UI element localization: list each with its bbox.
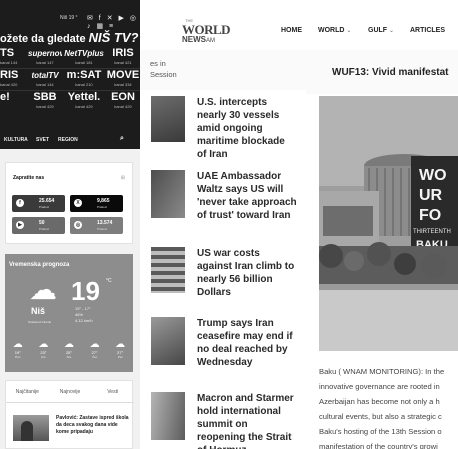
article-tabs-widget: Najčitanije Najnovije Vesti Pavlović: Za…: [5, 380, 134, 449]
article-headline[interactable]: Macron and Starmer hold international su…: [197, 392, 297, 449]
channel-cell: supernovakanal 147: [28, 49, 62, 65]
weather-widget: Vremenska prognoza ☁ 19 °C Niš Scattered…: [5, 254, 133, 372]
wnam-page: THE WORLD NEWSAM HOME WORLD ⌄ GULF ⌄ ART…: [140, 0, 458, 449]
social-icons[interactable]: ✉ f ✕ ▶ ◎ ♪ ▦ ≡: [87, 14, 140, 30]
article-title[interactable]: Pavlović: Zastave ispred škola da deca s…: [56, 415, 130, 436]
nis-tv-brand: NIŠ TV?: [88, 30, 139, 45]
nav-articles[interactable]: ARTICLES: [410, 27, 445, 34]
article-thumbnail[interactable]: [13, 415, 49, 441]
portal-nav: KULTURA SVET REGION ⌕: [0, 133, 140, 149]
article-photo: WO UR FO THIRTEENTH BAKU: [319, 96, 458, 351]
current-temperature: 19: [71, 276, 100, 306]
weather-city: Niš: [31, 306, 46, 316]
nav-item-region[interactable]: REGION: [58, 137, 78, 143]
cloud-icon: ☁: [63, 339, 74, 350]
youtube-tile[interactable]: ▶ 50 Pratioci: [12, 217, 65, 234]
channel-cell: RIS kanal 420: [0, 69, 19, 87]
tab-latest[interactable]: Najnovije: [49, 381, 92, 402]
temperature-unit: °C: [106, 278, 112, 284]
nav-gulf[interactable]: GULF ⌄: [368, 27, 394, 34]
cloud-icon: ☁: [12, 339, 23, 350]
channel-cell: SBB kanal 429: [33, 91, 57, 109]
instagram-tile[interactable]: ◎ 13.574 Pratioci: [70, 217, 123, 234]
weather-condition: Scattered Clouds: [28, 320, 52, 324]
channel-cell: e!: [0, 91, 10, 103]
baku-venue-image: WO UR FO THIRTEENTH BAKU: [319, 96, 458, 351]
top-strip: Niš 19 ° ✉ f ✕ ▶ ◎ ♪ ▦ ≡: [0, 14, 140, 30]
channel-cell: Yettel. kanal 429: [67, 91, 101, 109]
article-headline[interactable]: UAE Ambassador Waltz says US will 'never…: [197, 170, 297, 222]
widget-control-icon: ⊞: [120, 175, 125, 181]
channel-cell: TS kanal 144: [0, 47, 18, 65]
temperature-readout: Niš 19 °: [60, 15, 78, 21]
article-thumbnail[interactable]: [151, 317, 185, 365]
channel-cell: MOVE kanal 334: [106, 69, 140, 87]
article-headline[interactable]: US war costs against Iran climb to nearl…: [197, 247, 297, 299]
channel-row: TSkanal 144 supernovakanal 147 NetTVplus…: [0, 47, 140, 69]
article-thumbnail[interactable]: [151, 96, 185, 142]
article-body: Baku ( WNAM MONITORING): In the innovati…: [319, 367, 445, 449]
channel-cell: m:SAT kanal 210: [66, 69, 102, 87]
nav-world[interactable]: WORLD ⌄: [318, 27, 351, 34]
channel-cell: IRIS kanal 421: [112, 47, 134, 65]
nav-item-svet[interactable]: SVET: [36, 137, 49, 143]
forecast-day: ☁ 27° Čet: [85, 339, 105, 359]
cloud-icon: ☁: [29, 274, 57, 305]
nav-item-kultura[interactable]: KULTURA: [4, 137, 28, 143]
search-icon[interactable]: ⌕: [120, 135, 124, 143]
tab-news[interactable]: Vesti: [91, 381, 134, 402]
youtube-icon: ▶: [16, 221, 24, 229]
flag-thumbnail[interactable]: [151, 247, 185, 293]
channel-row: RIS kanal 420 totalTV kanal 144 m:SAT kanal…: [0, 69, 140, 91]
weather-details: 19° - 17° 46% 4.12 km/h: [75, 306, 93, 323]
nav-home[interactable]: HOME: [281, 27, 302, 34]
world-news-am-logo[interactable]: THE WORLD NEWSAM: [182, 18, 231, 46]
channel-grid: TSkanal 144 supernovakanal 147 NetTVplus…: [0, 47, 140, 113]
article-heading: WUF13: Vivid manifestat: [332, 67, 449, 78]
x-tile[interactable]: X 9,865 Pratioci: [70, 195, 123, 212]
chevron-down-icon: ⌄: [346, 28, 352, 34]
facebook-icon: f: [16, 199, 24, 207]
channel-row: e! SBB kanal 429 Yettel. kanal 429 EON kana…: [0, 91, 140, 113]
article-headline[interactable]: U.S. intercepts nearly 30 vessels amid o…: [197, 96, 297, 161]
cloud-icon: ☁: [89, 339, 100, 350]
chevron-down-icon: ⌄: [389, 28, 395, 34]
cloud-icon: ☁: [38, 339, 49, 350]
tab-bar: Najčitanije Najnovije Vesti: [6, 381, 134, 403]
forecast-day: ☁ 23° Uto: [33, 339, 53, 359]
sign-letters: THIRTEENTH: [413, 229, 451, 235]
sign-letters: UR: [419, 187, 443, 204]
facebook-tile[interactable]: f 25.654 Pratioci: [12, 195, 65, 212]
forecast-day: ☁ 27° Pet: [110, 339, 130, 359]
channel-cell: NetTVplus kanal 181: [64, 49, 104, 65]
promo-headline: ožete da gledate NIŠ TV?: [0, 30, 139, 45]
news-portal-panel: Niš 19 ° ✉ f ✕ ▶ ◎ ♪ ▦ ≡ ožete da gledat…: [0, 0, 140, 449]
cloud-icon: ☁: [115, 339, 126, 350]
follow-title: Zapratite nas: [13, 175, 45, 181]
forecast-day: ☁ 25° Sre: [59, 339, 79, 359]
sign-letters: WO: [419, 167, 447, 184]
article-headline[interactable]: Trump says Iran ceasefire may end if no …: [197, 317, 297, 369]
forecast-day: ☁ 19° Pon: [8, 339, 28, 359]
x-icon: X: [74, 199, 82, 207]
breadcrumb[interactable]: es in Session: [150, 58, 177, 80]
follow-us-widget: Zapratite nas ⊞ f 25.654 Pratioci X 9,86…: [5, 162, 133, 244]
promo-banner[interactable]: Niš 19 ° ✉ f ✕ ▶ ◎ ♪ ▦ ≡ ožete da gledat…: [0, 0, 140, 149]
channel-cell: EON kanal 429: [111, 91, 135, 109]
article-thumbnail[interactable]: [151, 170, 185, 218]
news-feed: U.S. intercepts nearly 30 vessels amid o…: [140, 90, 306, 449]
article-thumbnail[interactable]: [151, 392, 185, 440]
channel-cell: totalTV kanal 144: [31, 71, 59, 87]
sign-letters: FO: [419, 207, 441, 224]
weather-forecast: ☁ 19° Pon ☁ 23° Uto ☁ 25° Sre ☁ 27° Čet ☁ 27° Pet: [5, 339, 133, 359]
instagram-icon: ◎: [74, 221, 82, 229]
weather-title: Vremenska prognoza: [9, 262, 70, 268]
tab-most-read[interactable]: Najčitanije: [6, 381, 49, 402]
